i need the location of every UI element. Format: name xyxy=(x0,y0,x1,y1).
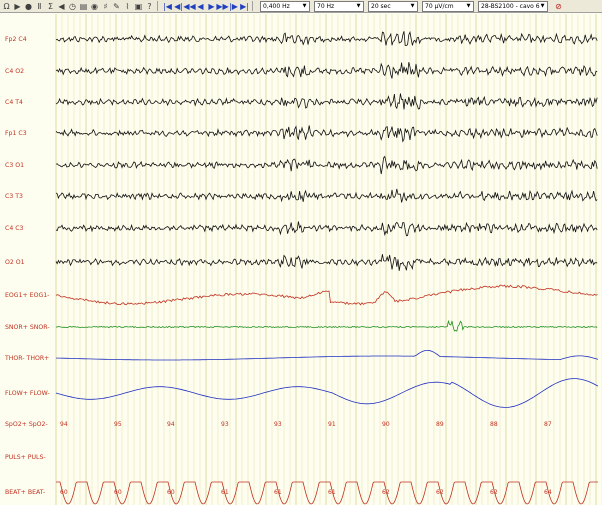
trace-eeg xyxy=(55,62,598,79)
stop-icon[interactable]: ⊘ xyxy=(554,2,563,11)
prev-epoch-icon[interactable]: ◀| xyxy=(174,2,183,11)
filter-icon[interactable]: ♯ xyxy=(101,2,110,11)
combo-value: 28-BS2100 - cavo 6 xyxy=(481,2,540,10)
step-forward-icon[interactable]: ▶ xyxy=(207,2,216,11)
trace-eog xyxy=(55,284,598,306)
trace-eeg xyxy=(55,93,598,110)
chevron-down-icon[interactable]: ▼ xyxy=(540,2,545,11)
fast-forward-icon[interactable]: ▶▶ xyxy=(216,2,228,11)
sensitivity-select[interactable]: 70 µV/cm ▼ xyxy=(422,0,474,12)
channel-label: C3 O1 xyxy=(5,162,24,169)
spo2-value: 95 xyxy=(114,421,122,428)
beat-value: 64 xyxy=(544,489,552,496)
channel-label: SpO2+ SpO2- xyxy=(5,421,48,428)
trace-beat xyxy=(56,481,598,505)
trace-eeg xyxy=(55,155,598,175)
spo2-value: 87 xyxy=(544,421,552,428)
channel-label: O2 O1 xyxy=(5,259,25,266)
toolbar: Ω ▶ ● Ⅱ Σ ◀ ◷ ▤ ◉ ♯ ✎ ⌇ ▣? |◀ ◀| ◀◀ ◀ ▶ ▶▶ |▶ ▶| 0,400 Hz ▼ 70 … xyxy=(0,0,602,13)
combo-value: 0,400 Hz xyxy=(263,2,290,10)
channel-label: EOG1+ EOG1- xyxy=(5,292,49,299)
spo2-value: 91 xyxy=(328,421,336,428)
play-icon[interactable]: ▶ xyxy=(13,2,22,11)
clock-icon[interactable]: ◷ xyxy=(68,2,77,11)
beat-value: 61 xyxy=(274,489,282,496)
spo2-value: 94 xyxy=(60,421,68,428)
beat-value: 62 xyxy=(382,489,390,496)
beat-value: 60 xyxy=(114,489,122,496)
montage-icon[interactable]: ▤ xyxy=(79,2,88,11)
help-icon[interactable]: ? xyxy=(145,2,154,11)
export-icon[interactable]: ▣ xyxy=(134,2,143,11)
chevron-down-icon[interactable]: ▼ xyxy=(302,2,307,11)
spo2-value: 90 xyxy=(382,421,390,428)
spo2-value: 93 xyxy=(221,421,229,428)
channel-label: C3 T3 xyxy=(5,193,23,200)
high-pass-select[interactable]: 0,400 Hz ▼ xyxy=(260,0,310,12)
toolbar-separator xyxy=(157,1,158,11)
pause-icon[interactable]: Ⅱ xyxy=(35,2,44,11)
step-back-icon[interactable]: ◀ xyxy=(196,2,205,11)
beat-value: 60 xyxy=(60,489,68,496)
next-epoch-icon[interactable]: |▶ xyxy=(229,2,238,11)
chevron-down-icon[interactable]: ▼ xyxy=(410,2,415,11)
combo-value: 70 µV/cm xyxy=(425,2,454,10)
combo-value: 70 Hz xyxy=(317,2,335,10)
spo2-value: 89 xyxy=(436,421,444,428)
beat-value: 60 xyxy=(167,489,175,496)
timebase-select[interactable]: 20 sec ▼ xyxy=(368,0,418,12)
beat-value: 61 xyxy=(328,489,336,496)
channel-label: PULS+ PULS- xyxy=(5,454,46,461)
channel-label: THOR- THOR+ xyxy=(4,355,49,362)
trace-eeg xyxy=(55,254,598,271)
channel-label: Fp2 C4 xyxy=(5,36,27,43)
low-pass-select[interactable]: 70 Hz ▼ xyxy=(314,0,364,12)
trace-eeg xyxy=(55,188,598,203)
combo-value: 20 sec xyxy=(371,2,391,10)
channel-label: BEAT+ BEAT- xyxy=(5,489,45,496)
eye-icon[interactable]: ◉ xyxy=(90,2,99,11)
omega-icon[interactable]: Ω xyxy=(2,2,11,11)
channel-label: C4 O2 xyxy=(5,68,24,75)
channel-label: C4 C3 xyxy=(5,225,24,232)
channel-label: FLOW+ FLOW- xyxy=(5,390,50,397)
beat-value: 61 xyxy=(221,489,229,496)
chart-icon[interactable]: ⌇ xyxy=(123,2,132,11)
montage-select[interactable]: 28-BS2100 - cavo 6 ▼ xyxy=(478,0,548,12)
sum-icon[interactable]: Σ xyxy=(46,2,55,11)
channel-label: Fp1 C3 xyxy=(5,130,27,137)
trace-flow xyxy=(55,378,599,408)
chevron-down-icon[interactable]: ▼ xyxy=(356,2,361,11)
channel-label: SNOR+ SNOR- xyxy=(5,324,50,331)
trace-thor xyxy=(55,350,599,361)
polysomnography-chart: Fp2 C4 C4 O2 C4 T4 Fp1 C3 C3 O1 C3 T3 C4 C3 O2 … xyxy=(4,14,602,505)
beat-value: 62 xyxy=(436,489,444,496)
channel-label: C4 T4 xyxy=(5,99,23,106)
toolbar-separator xyxy=(252,1,253,11)
last-page-icon[interactable]: ▶| xyxy=(240,2,249,11)
record-icon[interactable]: ● xyxy=(24,2,33,11)
settings-icon[interactable]: ✎ xyxy=(112,2,121,11)
trace-eeg xyxy=(55,30,598,47)
spo2-value: 88 xyxy=(490,421,498,428)
beat-value: 62 xyxy=(490,489,498,496)
trace-snore xyxy=(55,319,598,332)
chevron-down-icon[interactable]: ▼ xyxy=(466,2,471,11)
spo2-value: 94 xyxy=(167,421,175,428)
first-page-icon[interactable]: |◀ xyxy=(163,2,172,11)
back-icon[interactable]: ◀ xyxy=(57,2,66,11)
trace-eeg xyxy=(55,221,598,237)
rewind-icon[interactable]: ◀◀ xyxy=(183,2,195,11)
spo2-value: 93 xyxy=(274,421,282,428)
trace-eeg xyxy=(55,125,598,143)
